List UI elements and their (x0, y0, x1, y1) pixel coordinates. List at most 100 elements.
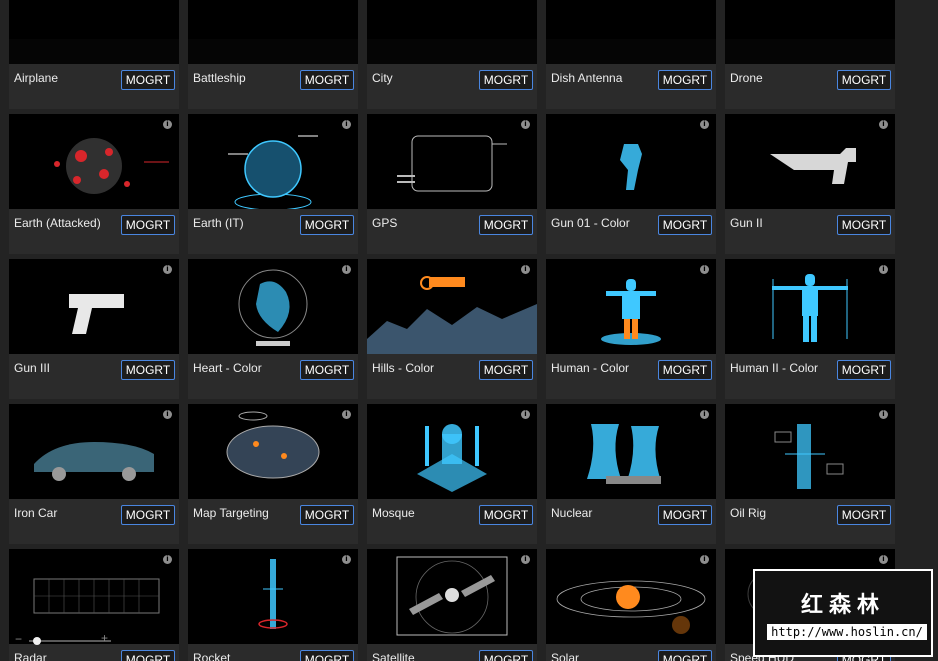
template-card[interactable]: i GPS MOGRT (367, 114, 537, 254)
mogrt-button[interactable]: MOGRT (300, 215, 354, 235)
template-thumbnail[interactable] (725, 259, 895, 354)
mogrt-button[interactable]: MOGRT (300, 650, 354, 661)
template-card[interactable]: iDish AntennaMOGRT (546, 0, 716, 109)
mogrt-button[interactable]: MOGRT (837, 70, 891, 90)
template-label: Earth (Attacked) (14, 216, 101, 230)
zoom-in-icon[interactable]: + (101, 631, 108, 645)
info-icon[interactable]: i (700, 265, 709, 274)
template-thumbnail[interactable] (546, 549, 716, 644)
template-card[interactable]: i Gun II MOGRT (725, 114, 895, 254)
mogrt-button[interactable]: MOGRT (837, 215, 891, 235)
template-card[interactable]: iAirplaneMOGRT (9, 0, 179, 109)
mogrt-button[interactable]: MOGRT (479, 650, 533, 661)
info-icon[interactable]: i (163, 120, 172, 129)
mogrt-button[interactable]: MOGRT (837, 505, 891, 525)
template-card[interactable]: iDroneMOGRT (725, 0, 895, 109)
mogrt-button[interactable]: MOGRT (479, 505, 533, 525)
template-card[interactable]: i Rocket MOGRT (188, 549, 358, 661)
template-card[interactable]: i Hills - Color MOGRT (367, 259, 537, 399)
info-icon[interactable]: i (879, 555, 888, 564)
mogrt-button[interactable]: MOGRT (658, 650, 712, 661)
info-icon[interactable]: i (163, 265, 172, 274)
template-thumbnail[interactable] (9, 549, 179, 644)
template-label: City (372, 71, 393, 85)
template-thumbnail[interactable] (188, 0, 358, 64)
template-thumbnail[interactable] (546, 404, 716, 499)
mogrt-button[interactable]: MOGRT (658, 70, 712, 90)
template-card[interactable]: i Earth (IT) MOGRT (188, 114, 358, 254)
template-thumbnail[interactable] (725, 0, 895, 64)
info-icon[interactable]: i (342, 410, 351, 419)
info-icon[interactable]: i (342, 265, 351, 274)
info-icon[interactable]: i (879, 410, 888, 419)
template-card[interactable]: i Map Targeting MOGRT (188, 404, 358, 544)
template-card[interactable]: i Gun 01 - Color MOGRT (546, 114, 716, 254)
mogrt-button[interactable]: MOGRT (658, 215, 712, 235)
template-thumbnail[interactable] (9, 259, 179, 354)
info-icon[interactable]: i (342, 120, 351, 129)
template-card[interactable]: i Mosque MOGRT (367, 404, 537, 544)
mogrt-button[interactable]: MOGRT (121, 70, 175, 90)
info-icon[interactable]: i (342, 555, 351, 564)
template-card[interactable]: i Oil Rig MOGRT (725, 404, 895, 544)
mogrt-button[interactable]: MOGRT (300, 360, 354, 380)
mogrt-button[interactable]: MOGRT (479, 70, 533, 90)
template-card[interactable]: i Solar MOGRT (546, 549, 716, 661)
template-thumbnail[interactable] (188, 259, 358, 354)
info-icon[interactable]: i (879, 120, 888, 129)
zoom-slider-track[interactable] (29, 640, 111, 642)
info-icon[interactable]: i (521, 555, 530, 564)
mogrt-button[interactable]: MOGRT (300, 505, 354, 525)
info-icon[interactable]: i (521, 120, 530, 129)
info-icon[interactable]: i (163, 410, 172, 419)
zoom-slider-handle[interactable] (32, 637, 41, 645)
template-thumbnail[interactable] (367, 114, 537, 209)
template-card[interactable]: iCityMOGRT (367, 0, 537, 109)
template-thumbnail[interactable] (188, 549, 358, 644)
template-thumbnail[interactable] (725, 114, 895, 209)
info-icon[interactable]: i (700, 410, 709, 419)
template-card[interactable]: i Gun III MOGRT (9, 259, 179, 399)
template-thumbnail[interactable] (367, 549, 537, 644)
info-icon[interactable]: i (163, 555, 172, 564)
info-icon[interactable]: i (521, 265, 530, 274)
mogrt-button[interactable]: MOGRT (479, 215, 533, 235)
template-thumbnail[interactable] (367, 0, 537, 64)
mogrt-button[interactable]: MOGRT (300, 70, 354, 90)
template-thumbnail[interactable] (188, 114, 358, 209)
info-icon[interactable]: i (700, 120, 709, 129)
mogrt-button[interactable]: MOGRT (121, 505, 175, 525)
mogrt-button[interactable]: MOGRT (837, 360, 891, 380)
info-icon[interactable]: i (521, 410, 530, 419)
template-thumbnail[interactable] (546, 114, 716, 209)
template-thumbnail[interactable] (725, 404, 895, 499)
mogrt-button[interactable]: MOGRT (121, 215, 175, 235)
template-card[interactable]: i Human II - Color MOGRT (725, 259, 895, 399)
mogrt-button[interactable]: MOGRT (121, 360, 175, 380)
template-thumbnail[interactable] (9, 0, 179, 64)
template-card[interactable]: i Nuclear MOGRT (546, 404, 716, 544)
template-thumbnail[interactable] (546, 0, 716, 64)
mogrt-button[interactable]: MOGRT (658, 505, 712, 525)
template-card[interactable]: iBattleshipMOGRT (188, 0, 358, 109)
template-card[interactable]: i Earth (Attacked) MOGRT (9, 114, 179, 254)
template-thumbnail[interactable] (188, 404, 358, 499)
zoom-out-icon[interactable]: − (15, 632, 22, 646)
mogrt-button[interactable]: MOGRT (121, 650, 175, 661)
mogrt-button[interactable]: MOGRT (658, 360, 712, 380)
drone-thumbnail-art (725, 39, 895, 64)
template-thumbnail[interactable] (367, 259, 537, 354)
template-thumbnail[interactable] (367, 404, 537, 499)
template-card[interactable]: i Heart - Color MOGRT (188, 259, 358, 399)
template-thumbnail[interactable] (9, 404, 179, 499)
mogrt-button[interactable]: MOGRT (479, 360, 533, 380)
template-thumbnail[interactable] (546, 259, 716, 354)
info-icon[interactable]: i (700, 555, 709, 564)
template-card[interactable]: i Iron Car MOGRT (9, 404, 179, 544)
template-card[interactable]: i Satellite MOGRT (367, 549, 537, 661)
template-thumbnail[interactable] (9, 114, 179, 209)
thumbnail-zoom-slider[interactable]: − + (15, 631, 115, 648)
template-card[interactable]: i Human - Color MOGRT (546, 259, 716, 399)
info-icon[interactable]: i (879, 265, 888, 274)
template-label: Dish Antenna (551, 71, 623, 85)
